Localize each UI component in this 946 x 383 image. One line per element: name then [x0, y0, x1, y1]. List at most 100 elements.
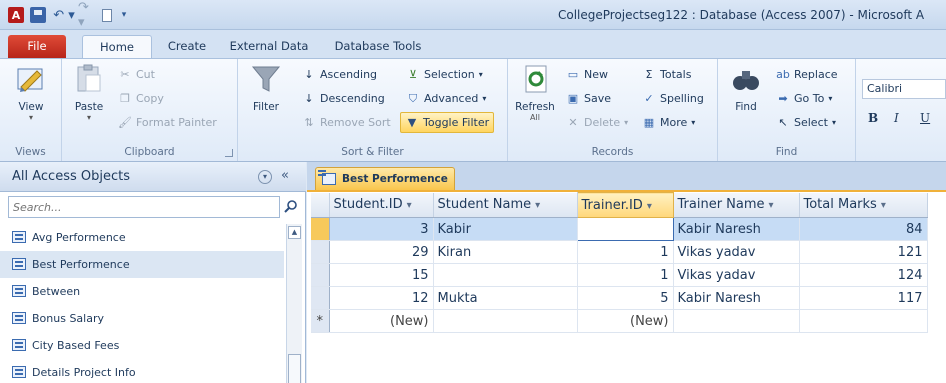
cell-trainer-id[interactable]: 1	[577, 240, 674, 264]
cell-student-id[interactable]: 3	[329, 217, 434, 241]
table-row[interactable]: 15 1 Vikas yadav 124	[311, 263, 928, 287]
dropdown-arrow-icon[interactable]: ▾	[881, 200, 886, 211]
refresh-all-button[interactable]: Refresh All	[512, 63, 558, 122]
nav-item-city-based-fees[interactable]: City Based Fees	[0, 332, 284, 359]
find-button[interactable]: Find	[726, 63, 766, 113]
tab-create[interactable]: Create	[158, 35, 216, 58]
bold-button[interactable]: B	[868, 111, 878, 125]
record-selector[interactable]	[311, 240, 330, 264]
save-icon[interactable]	[30, 7, 46, 23]
cell-total-marks[interactable]: 124	[799, 263, 928, 287]
save-record-button[interactable]: ▣ Save	[566, 89, 611, 109]
scroll-up-arrow-icon[interactable]: ▲	[288, 226, 301, 239]
record-selector[interactable]	[311, 286, 330, 310]
nav-scrollbar[interactable]: ▲	[286, 224, 302, 383]
toggle-filter-button[interactable]: ▼ Toggle Filter	[400, 112, 495, 133]
column-header-total-marks[interactable]: Total Marks ▾	[799, 192, 928, 218]
select-button[interactable]: ↖ Select ▾	[776, 113, 836, 133]
cell-student-name[interactable]	[433, 309, 578, 333]
nav-search-input[interactable]	[8, 196, 280, 218]
cell-trainer-name[interactable]: Vikas yadav	[673, 263, 800, 287]
totals-button[interactable]: Σ Totals	[642, 65, 692, 85]
spelling-button[interactable]: ✓ Spelling	[642, 89, 703, 109]
copy-button[interactable]: ❐ Copy	[118, 89, 164, 109]
new-record-marker[interactable]: *	[311, 309, 330, 333]
cell-total-marks[interactable]: 117	[799, 286, 928, 310]
cell-total-marks[interactable]: 84	[799, 217, 928, 241]
column-header-trainer-id[interactable]: Trainer.ID ▾	[576, 192, 674, 218]
more-button[interactable]: ▦ More ▾	[642, 113, 696, 133]
cell-student-name[interactable]: Kabir	[433, 217, 578, 241]
cell-total-marks[interactable]: 121	[799, 240, 928, 264]
cell-trainer-id[interactable]	[576, 217, 674, 241]
cell-trainer-id[interactable]: 5	[577, 286, 674, 310]
nav-item-details-project-info[interactable]: Details Project Info	[0, 359, 284, 383]
underline-button[interactable]: U	[920, 111, 930, 125]
undo-icon[interactable]: ↶ ▾	[52, 7, 76, 23]
cell-student-id[interactable]: 29	[329, 240, 434, 264]
record-selector[interactable]	[311, 263, 330, 287]
remove-sort-button[interactable]: ⇅ Remove Sort	[302, 113, 390, 133]
cell-trainer-id[interactable]: (New)	[577, 309, 674, 333]
cell-student-name[interactable]: Mukta	[433, 286, 578, 310]
cell-trainer-name[interactable]: Kabir Naresh	[673, 286, 800, 310]
column-header-trainer-name[interactable]: Trainer Name ▾	[673, 192, 800, 218]
select-all-corner[interactable]	[311, 192, 330, 218]
nav-item-avg-performence[interactable]: Avg Performence	[0, 224, 284, 251]
view-button[interactable]: View ▾	[6, 63, 56, 122]
cut-button[interactable]: ✂ Cut	[118, 65, 155, 85]
customize-quick-access-icon[interactable]: ▾	[118, 7, 130, 23]
cell-trainer-name[interactable]	[673, 309, 800, 333]
filter-sort-icon[interactable]: ▾	[407, 200, 412, 211]
filter-sort-icon[interactable]: ▾	[647, 201, 652, 212]
paste-button[interactable]: Paste ▾	[68, 63, 110, 122]
cell-trainer-id[interactable]: 1	[577, 263, 674, 287]
new-record-row[interactable]: * (New) (New)	[311, 309, 928, 333]
tab-database-tools[interactable]: Database Tools	[322, 35, 434, 58]
replace-button[interactable]: ab Replace	[776, 65, 837, 85]
cell-student-name[interactable]	[433, 263, 578, 287]
column-header-student-id[interactable]: Student.ID ▾	[329, 192, 434, 218]
table-row[interactable]: 29 Kiran 1 Vikas yadav 121	[311, 240, 928, 264]
new-document-icon[interactable]	[100, 7, 114, 23]
column-header-student-name[interactable]: Student Name ▾	[433, 192, 578, 218]
collapse-pane-icon[interactable]: «	[281, 168, 289, 183]
delete-record-button[interactable]: ✕ Delete ▾	[566, 113, 628, 133]
nav-item-between[interactable]: Between	[0, 278, 284, 305]
font-name-combobox[interactable]: Calibri	[862, 79, 946, 99]
goto-button[interactable]: ➡ Go To ▾	[776, 89, 832, 109]
table-row[interactable]: 3 Kabir Kabir Naresh 84	[311, 217, 928, 241]
access-app-icon[interactable]: A	[8, 7, 24, 23]
tab-external-data[interactable]: External Data	[226, 35, 312, 58]
selection-button[interactable]: ⊻ Selection ▾	[406, 65, 483, 85]
advanced-button[interactable]: ⛉ Advanced ▾	[406, 89, 486, 109]
descending-button[interactable]: ↓ Descending	[302, 89, 384, 109]
cell-trainer-name[interactable]: Vikas yadav	[673, 240, 800, 264]
redo-icon[interactable]: ↷ ▾	[78, 0, 98, 30]
cell-total-marks[interactable]	[799, 309, 928, 333]
table-row[interactable]: 12 Mukta 5 Kabir Naresh 117	[311, 286, 928, 310]
cell-student-name[interactable]: Kiran	[433, 240, 578, 264]
new-record-button[interactable]: ▭ New	[566, 65, 608, 85]
dropdown-arrow-icon[interactable]: ▾	[535, 200, 540, 211]
dropdown-arrow-icon[interactable]: ▾	[769, 200, 774, 211]
ascending-button[interactable]: ↓ Ascending	[302, 65, 377, 85]
tab-home[interactable]: Home	[82, 35, 152, 59]
cell-trainer-name[interactable]: Kabir Naresh	[673, 217, 800, 241]
nav-dropdown-icon[interactable]: ▾	[258, 170, 272, 184]
cell-student-id[interactable]: 12	[329, 286, 434, 310]
document-tab-best-performence[interactable]: Best Performence	[315, 167, 455, 190]
nav-item-bonus-salary[interactable]: Bonus Salary	[0, 305, 284, 332]
format-painter-button[interactable]: 🖌 Format Painter	[118, 113, 217, 133]
record-selector[interactable]	[311, 217, 330, 241]
italic-button[interactable]: I	[894, 111, 899, 125]
tab-file[interactable]: File	[8, 35, 66, 58]
nav-item-best-performence[interactable]: Best Performence	[0, 251, 284, 278]
cell-student-id[interactable]: (New)	[329, 309, 434, 333]
cell-student-id[interactable]: 15	[329, 263, 434, 287]
scroll-thumb[interactable]	[288, 354, 301, 383]
filter-button[interactable]: Filter	[246, 63, 286, 113]
chevron-down-icon: ▾	[86, 113, 91, 122]
dialog-launcher-icon[interactable]	[225, 149, 233, 157]
search-icon[interactable]	[284, 199, 298, 213]
